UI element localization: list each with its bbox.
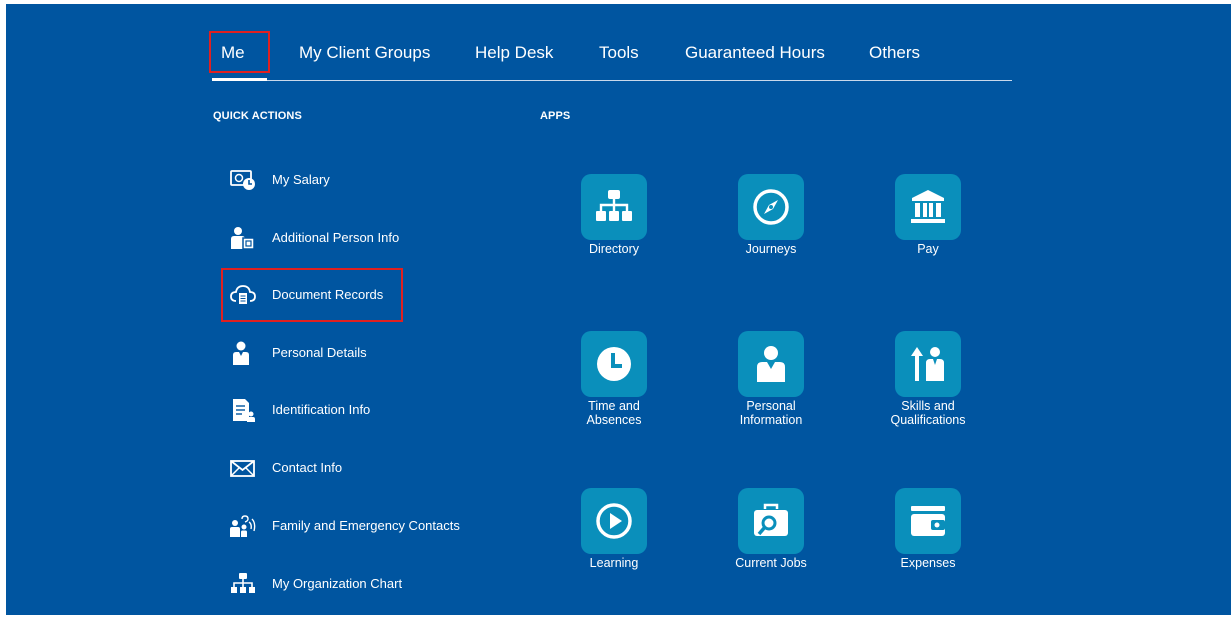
app-label: Learning xyxy=(589,556,639,570)
app-skills-and-qualifications[interactable]: Skills and Qualifications xyxy=(863,331,993,461)
app-tile xyxy=(581,331,647,397)
app-expenses[interactable]: Expenses xyxy=(863,488,993,615)
tab-guaranteed-hours[interactable]: Guaranteed Hours xyxy=(685,42,825,64)
app-tile xyxy=(895,488,961,554)
clock-icon xyxy=(597,347,631,381)
compass-icon xyxy=(753,189,789,225)
tab-tools[interactable]: Tools xyxy=(599,42,639,64)
highlight-box-me-tab xyxy=(209,31,270,73)
quick-actions-heading: QUICK ACTIONS xyxy=(213,110,302,122)
app-label: Current Jobs xyxy=(735,556,807,570)
quick-action-my-organization-chart[interactable]: My Organization Chart xyxy=(230,570,490,600)
top-tabs: Me My Client Groups Help Desk Tools Guar… xyxy=(6,4,1231,84)
active-tab-indicator xyxy=(212,78,267,81)
app-label: Directory xyxy=(588,242,639,256)
person-info-icon xyxy=(231,227,255,250)
app-label: Pay xyxy=(917,242,939,256)
tab-others[interactable]: Others xyxy=(869,42,920,64)
apps-heading: APPS xyxy=(540,110,571,122)
app-tile xyxy=(738,488,804,554)
play-icon xyxy=(596,503,632,539)
app-label: Expenses xyxy=(900,556,956,570)
skills-icon xyxy=(911,347,944,381)
wallet-icon xyxy=(911,506,945,536)
highlight-box-document-records xyxy=(221,268,403,322)
app-journeys[interactable]: Journeys xyxy=(706,174,836,304)
quick-action-label: Family and Emergency Contacts xyxy=(272,518,460,533)
app-label: Personal Information xyxy=(739,399,803,427)
envelope-icon xyxy=(230,460,255,477)
id-document-icon xyxy=(233,399,255,422)
quick-action-personal-details[interactable]: Personal Details xyxy=(230,339,490,369)
org-chart-icon xyxy=(231,573,255,593)
quick-action-label: My Salary xyxy=(272,172,330,187)
family-icon xyxy=(230,515,256,537)
tab-my-client-groups[interactable]: My Client Groups xyxy=(299,42,430,64)
quick-action-label: Personal Details xyxy=(272,345,367,360)
app-learning[interactable]: Learning xyxy=(549,488,679,615)
app-tile xyxy=(895,174,961,240)
salary-icon xyxy=(230,170,255,190)
job-search-icon xyxy=(754,503,788,536)
navigator-panel: Me My Client Groups Help Desk Tools Guar… xyxy=(6,4,1231,615)
person-icon xyxy=(757,346,785,382)
app-pay[interactable]: Pay xyxy=(863,174,993,304)
tab-help-desk[interactable]: Help Desk xyxy=(475,42,553,64)
app-current-jobs[interactable]: Current Jobs xyxy=(706,488,836,615)
quick-action-contact-info[interactable]: Contact Info xyxy=(230,454,490,484)
quick-action-family-emergency-contacts[interactable]: Family and Emergency Contacts xyxy=(230,512,490,542)
quick-action-label: My Organization Chart xyxy=(272,576,403,591)
app-label: Time and Absences xyxy=(586,399,642,427)
app-tile xyxy=(581,174,647,240)
quick-action-additional-person-info[interactable]: Additional Person Info xyxy=(230,224,490,254)
quick-action-label: Contact Info xyxy=(272,460,343,475)
quick-action-identification-info[interactable]: Identification Info xyxy=(230,396,490,426)
app-directory[interactable]: Directory xyxy=(549,174,679,304)
quick-action-my-salary[interactable]: My Salary xyxy=(230,166,490,196)
bank-icon xyxy=(911,190,945,223)
tabs-divider xyxy=(212,80,1012,81)
quick-action-label: Identification Info xyxy=(272,402,371,417)
app-label: Skills and Qualifications xyxy=(890,399,966,427)
org-chart-icon xyxy=(596,190,632,221)
quick-action-label: Additional Person Info xyxy=(272,230,400,245)
app-label: Journeys xyxy=(745,242,797,256)
app-tile xyxy=(738,331,804,397)
app-tile xyxy=(895,331,961,397)
app-personal-information[interactable]: Personal Information xyxy=(706,331,836,461)
person-icon xyxy=(233,341,249,365)
app-tile xyxy=(738,174,804,240)
app-time-and-absences[interactable]: Time and Absences xyxy=(549,331,679,461)
app-tile xyxy=(581,488,647,554)
